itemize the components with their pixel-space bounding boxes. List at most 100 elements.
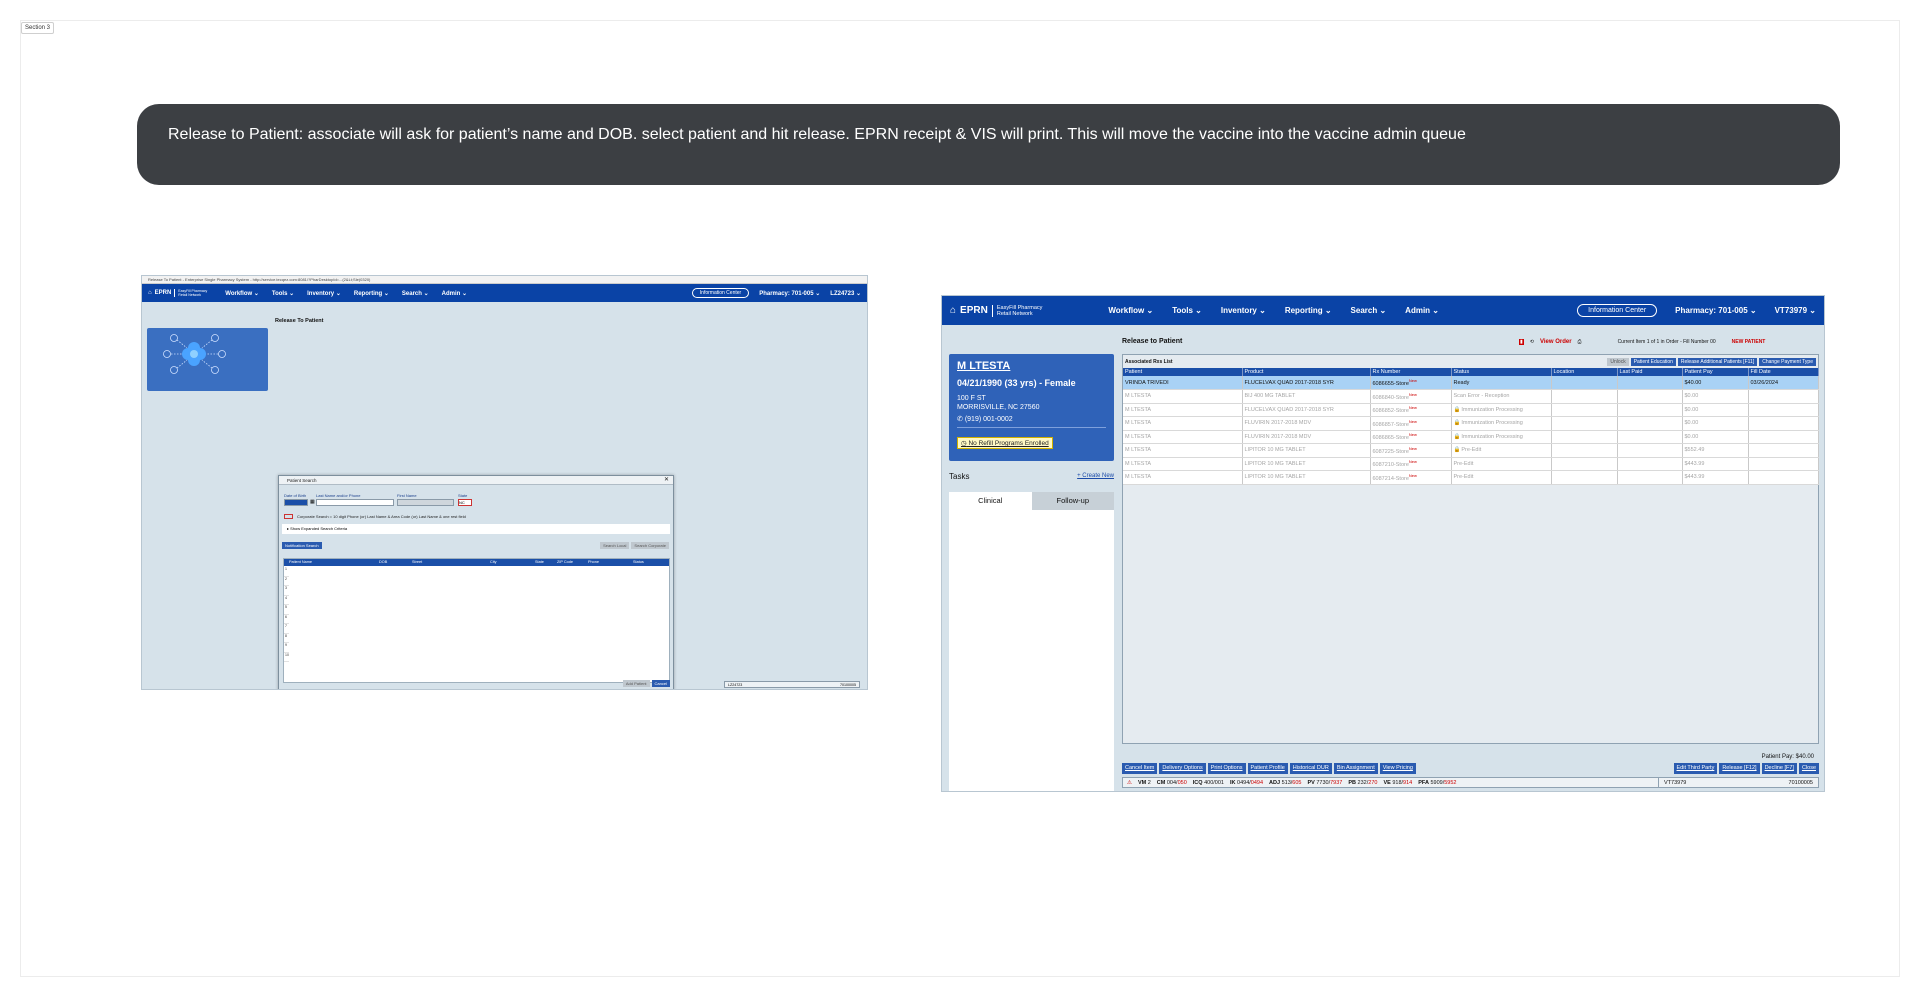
menu-search[interactable]: Search ⌄ [402,290,429,297]
first-name-label: First Name [397,493,417,498]
release-additional-patients-button[interactable]: Release Additional Patients [F11] [1677,357,1758,366]
menu-workflow[interactable]: Workflow ⌄ [225,290,259,297]
information-center-button[interactable]: Information Center [1577,304,1658,317]
dob-input[interactable] [284,499,308,506]
information-center-button[interactable]: Information Center [691,288,750,298]
screenshot-release-to-patient-search: Release To Patient - Enterprise Single P… [141,275,868,690]
decline-button[interactable]: Decline [F7] [1761,763,1797,774]
rx-table: Patient Product Rx Number Status Locatio… [1123,368,1819,485]
patient-phone: ✆ (919) 001-0002 [957,416,1013,423]
patient-name-link[interactable]: M LTESTA [957,360,1106,372]
menu-admin[interactable]: Admin ⌄ [1405,306,1439,315]
table-row[interactable]: M LTESTA BIJ 400 MG TABLET 6086840-StoreN… [1123,389,1819,404]
change-payment-type-button[interactable]: Change Payment Type [1759,357,1816,366]
patient-address: 100 F ST MORRISVILLE, NC 27560 [957,395,1040,411]
lock-icon: 🔒 [1453,420,1461,427]
state-select[interactable]: NC [458,499,472,506]
user-menu[interactable]: LZ24723 ⌄ [830,290,861,297]
status-bar: LZ24723 70100005 [724,681,860,688]
user-menu[interactable]: VT73979 ⌄ [1775,306,1816,315]
view-pricing-button[interactable]: View Pricing [1379,763,1416,774]
unlock-button[interactable]: Unlock [1607,357,1629,366]
corporate-search-checkbox[interactable] [284,514,293,520]
menu-search[interactable]: Search ⌄ [1351,306,1387,315]
close-icon[interactable]: ✕ [664,476,669,485]
alert-icon[interactable]: ▮ [1519,339,1524,345]
table-row[interactable]: M LTESTA LIPITOR 10 MG TABLET 6087210-Sto… [1123,457,1819,471]
main-menu: Workflow ⌄ Tools ⌄ Inventory ⌄ Reporting… [225,290,467,297]
chevron-down-icon: ⌄ [1432,306,1439,315]
menu-tools[interactable]: Tools ⌄ [272,290,294,297]
pharmacy-selector[interactable]: Pharmacy: 701-005 ⌄ [759,290,820,297]
new-badge: New [1408,445,1417,451]
status-cm: CM 004/050 [1156,780,1187,786]
warning-icon[interactable]: ⚠ [1127,778,1132,787]
eprn-logo[interactable]: ⌂ EPRN EasyFill Pharmacy Retail Network [148,289,207,297]
search-corporate-button[interactable]: Search Corporate [631,542,669,549]
menu-reporting[interactable]: Reporting ⌄ [354,290,389,297]
caret-right-icon: ▸ [287,526,290,531]
eprn-logo[interactable]: ⌂ EPRN EasyFill Pharmacy Retail Network [950,304,1042,317]
create-new-task-link[interactable]: + Create New [1077,473,1114,479]
table-row[interactable]: M LTESTA FLUCELVAX QUAD 2017-2018 SYR 608… [1123,403,1819,417]
status-code: 70100005 [840,683,856,687]
view-order-link[interactable]: View Order [1540,339,1572,345]
patient-pay-total: Patient Pay: $40.00 [1761,754,1814,760]
menu-admin[interactable]: Admin ⌄ [442,290,467,297]
patient-education-button[interactable]: Patient Education [1630,357,1676,366]
logo-subtitle: EasyFill Pharmacy Retail Network [174,289,207,297]
menu-workflow[interactable]: Workflow ⌄ [1108,306,1153,315]
corporate-search-hint: Corporate Search = 10 digit Phone (or) L… [284,514,466,520]
new-badge: New [1408,459,1417,465]
delivery-options-button[interactable]: Delivery Options [1159,763,1206,774]
logo-text: EPRN [154,290,172,296]
patient-profile-button[interactable]: Patient Profile [1247,763,1288,774]
screenshot-release-to-patient-rx-list: ⌂ EPRN EasyFill Pharmacy Retail Network W… [941,295,1825,792]
table-row[interactable]: M LTESTA FLUVIRIN 2017-2018 MDV 6086857-S… [1123,416,1819,431]
table-row[interactable]: M LTESTA LIPITOR 10 MG TABLET 6087225-Sto… [1123,443,1819,458]
menu-tools[interactable]: Tools ⌄ [1172,306,1202,315]
lock-icon: 🔒 [1453,433,1461,440]
grid-title: Associated Rxs List [1125,358,1173,365]
status-code: 70100005 [1788,780,1813,786]
menu-reporting[interactable]: Reporting ⌄ [1285,306,1332,315]
search-local-button[interactable]: Search Local [600,542,630,549]
task-list-panel [949,510,1114,791]
chevron-down-icon: ⌄ [461,290,467,297]
expanded-search-toggle[interactable]: ▸ Show Expanded Search Criteria [282,524,670,534]
table-row[interactable]: VRINDA TRIVEDI FLUCELVAX QUAD 2017-2018 S… [1123,376,1819,390]
historical-dur-button[interactable]: Historical DUR [1289,763,1332,774]
menu-inventory[interactable]: Inventory ⌄ [1221,306,1266,315]
edit-third-party-button[interactable]: Edit Third Party [1673,763,1718,774]
table-header: Patient Name DOB Street City State ZIP C… [284,559,669,566]
chevron-down-icon: ⌄ [1146,306,1154,315]
top-nav: ⌂ EPRN EasyFill Pharmacy Retail Network W… [942,296,1824,325]
refill-programs-link[interactable]: ◷ No Refill Programs Enrolled [957,437,1053,449]
bin-assignment-button[interactable]: Bin Assignment [1333,763,1378,774]
print-icon[interactable]: ⎙ [1578,339,1582,345]
chevron-down-icon: ⌄ [383,290,389,297]
close-button[interactable]: Close [1798,763,1819,774]
refresh-icon[interactable]: ⟲ [1530,339,1534,345]
calendar-icon[interactable]: ▦ [310,499,315,505]
state-label: State [458,493,468,498]
menu-inventory[interactable]: Inventory ⌄ [307,290,341,297]
table-row[interactable]: M LTESTA LIPITOR 10 MG TABLET 6087214-Sto… [1123,470,1819,485]
patient-dob: 04/21/1990 (33 yrs) - Female [957,378,1076,388]
main-menu: Workflow ⌄ Tools ⌄ Inventory ⌄ Reporting… [1108,306,1439,315]
tab-follow-up[interactable]: Follow-up [1031,492,1114,510]
add-patient-button[interactable]: Add Patient [622,680,650,687]
first-name-input[interactable] [397,499,454,506]
tab-clinical[interactable]: Clinical [949,492,1032,510]
section-tag: Section 3 [21,22,55,34]
pharmacy-selector[interactable]: Pharmacy: 701-005 ⌄ [1675,306,1756,315]
last-name-input[interactable] [316,499,394,506]
print-options-button[interactable]: Print Options [1207,763,1246,774]
notification-search-button[interactable]: Notification Search [282,542,322,549]
new-badge: New [1408,378,1417,384]
cancel-button[interactable]: Cancel [651,680,670,687]
cancel-item-button[interactable]: Cancel Item [1122,763,1158,774]
table-row[interactable]: M LTESTA FLUVIRIN 2017-2018 MDV 6086865-S… [1123,430,1819,444]
release-button[interactable]: Release [F12] [1719,763,1760,774]
last-name-label: Last Name and/or Phone [316,493,361,498]
